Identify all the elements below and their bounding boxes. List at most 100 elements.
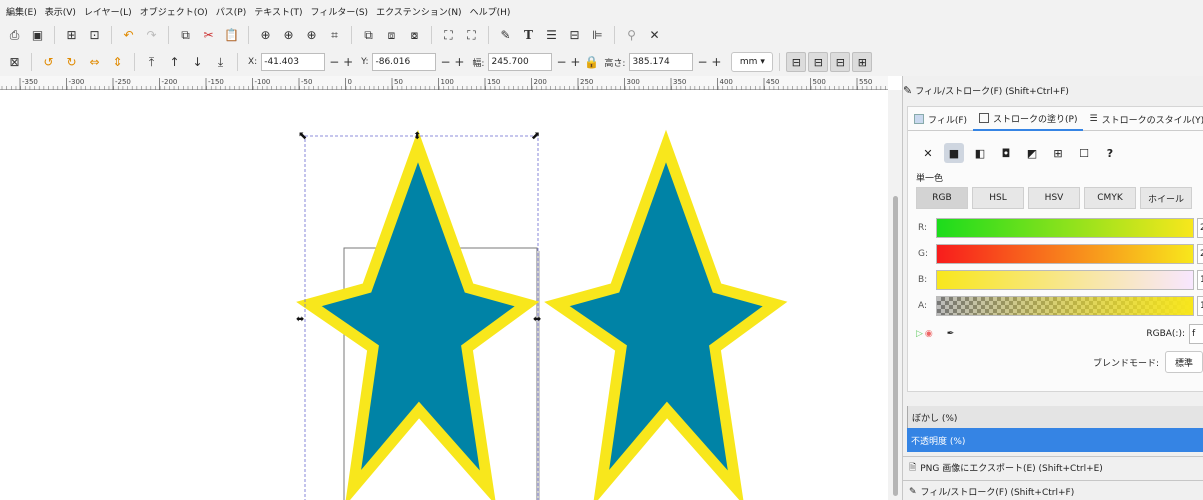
fill-stroke-icon[interactable]: ✎ — [495, 25, 516, 45]
menu-layer[interactable]: レイヤー(L) — [80, 5, 136, 18]
select-all-icon[interactable]: ⊠ — [4, 52, 25, 72]
document-properties-icon[interactable]: ⚲ — [621, 25, 642, 45]
menu-extensions[interactable]: エクステンション(N) — [372, 5, 466, 18]
cut-icon[interactable]: ✂ — [198, 25, 219, 45]
b-slider[interactable] — [936, 270, 1194, 290]
flat-color-icon[interactable]: ■ — [944, 143, 964, 163]
zoom-selection-icon[interactable]: ⊕ — [255, 25, 276, 45]
a-value[interactable]: 1 — [1197, 296, 1203, 316]
paste-icon[interactable]: 📋 — [221, 25, 242, 45]
height-field[interactable] — [629, 53, 694, 71]
fill-stroke-dock-2[interactable]: ✎ フィル/ストローク(F) (Shift+Ctrl+F) — [903, 480, 1203, 500]
xml-editor-icon[interactable]: ⊟ — [564, 25, 585, 45]
a-slider[interactable] — [936, 296, 1194, 316]
blur-row[interactable]: ぼかし (%) — [907, 406, 1203, 428]
tab-stroke-paint-label: ストロークの塗り(P) — [993, 114, 1078, 125]
move-gradients-icon[interactable]: ⊟ — [830, 52, 851, 72]
import-icon[interactable]: ⊞ — [61, 25, 82, 45]
no-paint-icon[interactable]: ✕ — [918, 143, 938, 163]
blend-mode-dropdown[interactable]: 標準 — [1165, 351, 1203, 373]
copy-icon[interactable]: ⧉ — [175, 25, 196, 45]
swatch-icon[interactable]: ☐ — [1074, 143, 1094, 163]
slider-r: R: 2 — [918, 217, 1203, 239]
export-icon[interactable]: ⊡ — [84, 25, 105, 45]
menu-path[interactable]: パス(P) — [212, 5, 250, 18]
g-value[interactable]: 2 — [1197, 244, 1203, 264]
vertical-scrollbar[interactable] — [888, 90, 902, 500]
preferences-icon[interactable]: ✕ — [644, 25, 665, 45]
menu-filters[interactable]: フィルター(S) — [307, 5, 373, 18]
y-field[interactable] — [372, 53, 437, 71]
redo-icon[interactable]: ↷ — [141, 25, 162, 45]
unset-paint-icon[interactable]: ? — [1100, 143, 1120, 163]
save-icon[interactable]: ▣ — [27, 25, 48, 45]
r-value[interactable]: 2 — [1197, 218, 1203, 238]
mode-hsl[interactable]: HSL — [972, 187, 1024, 209]
layers-icon[interactable]: ☰ — [541, 25, 562, 45]
tab-fill[interactable]: フィル(F) — [908, 107, 973, 131]
raise-to-top-icon[interactable]: ⤒ — [141, 52, 162, 72]
radial-gradient-icon[interactable]: ◘ — [996, 143, 1016, 163]
png-export-dock[interactable]: 🗎 PNG 画像にエクスポート(E) (Shift+Ctrl+E) — [903, 456, 1203, 478]
lock-ratio-icon[interactable]: 🔒 — [584, 52, 599, 72]
clone-icon[interactable]: ⧈ — [381, 25, 402, 45]
slider-a: A: 1 — [918, 295, 1203, 317]
linear-gradient-icon[interactable]: ◧ — [970, 143, 990, 163]
zoom-width-icon[interactable]: ⌗ — [324, 25, 345, 45]
lower-icon[interactable]: ↓ — [187, 52, 208, 72]
rotate-ccw-icon[interactable]: ↺ — [38, 52, 59, 72]
flip-vertical-icon[interactable]: ⇕ — [107, 52, 128, 72]
text-font-icon[interactable]: T — [518, 25, 539, 45]
menu-view[interactable]: 表示(V) — [41, 5, 80, 18]
menu-object[interactable]: オブジェクト(O) — [136, 5, 212, 18]
tab-stroke-style[interactable]: ☰ ストロークのスタイル(Y) — [1083, 107, 1203, 131]
rotate-cw-icon[interactable]: ↻ — [61, 52, 82, 72]
menu-text[interactable]: テキスト(T) — [250, 5, 306, 18]
undo-icon[interactable]: ↶ — [118, 25, 139, 45]
star-shape[interactable] — [544, 129, 788, 500]
mode-wheel[interactable]: ホイール — [1140, 187, 1192, 209]
ungroup-icon[interactable]: ⛶ — [461, 25, 482, 45]
width-field[interactable] — [488, 53, 553, 71]
lower-to-bottom-icon[interactable]: ⤓ — [210, 52, 231, 72]
print-icon[interactable]: ⎙ — [4, 25, 25, 45]
group-icon[interactable]: ⛶ — [438, 25, 459, 45]
scale-stroke-icon[interactable]: ⊟ — [786, 52, 807, 72]
ruler-label: -50 — [301, 78, 312, 86]
width-stepper[interactable]: − + — [556, 55, 580, 69]
zoom-page-icon[interactable]: ⊕ — [301, 25, 322, 45]
separator — [488, 26, 489, 44]
x-stepper[interactable]: − + — [329, 55, 353, 69]
scale-corners-icon[interactable]: ⊟ — [808, 52, 829, 72]
unlink-clone-icon[interactable]: ⧇ — [404, 25, 425, 45]
opacity-row[interactable]: 不透明度 (%) — [907, 428, 1203, 452]
mode-hsv[interactable]: HSV — [1028, 187, 1080, 209]
mode-cmyk[interactable]: CMYK — [1084, 187, 1136, 209]
align-distribute-icon[interactable]: ⊫ — [587, 25, 608, 45]
x-field[interactable] — [261, 53, 326, 71]
r-slider[interactable] — [936, 218, 1194, 238]
mode-rgb[interactable]: RGB — [916, 187, 968, 209]
rgba-field[interactable]: f — [1189, 324, 1203, 344]
y-stepper[interactable]: − + — [440, 55, 464, 69]
pattern-icon[interactable]: ⊞ — [1048, 143, 1068, 163]
color-picker-icon[interactable]: ✒ — [947, 329, 955, 339]
g-slider[interactable] — [936, 244, 1194, 264]
drawing-canvas[interactable]: ⬉ ⬍ ⬈ ⬌ ⬌ — [0, 90, 888, 500]
b-label: B: — [918, 275, 928, 285]
move-patterns-icon[interactable]: ⊞ — [852, 52, 873, 72]
flip-horizontal-icon[interactable]: ⇔ — [84, 52, 105, 72]
b-value[interactable]: 1 — [1197, 270, 1203, 290]
unit-dropdown[interactable]: mm ▾ — [731, 52, 774, 72]
zoom-drawing-icon[interactable]: ⊕ — [278, 25, 299, 45]
mesh-gradient-icon[interactable]: ◩ — [1022, 143, 1042, 163]
height-stepper[interactable]: − + — [697, 55, 721, 69]
scroll-thumb[interactable] — [893, 196, 898, 496]
menu-edit[interactable]: 編集(E) — [2, 5, 41, 18]
export-icon: 🗎 — [909, 462, 917, 473]
duplicate-icon[interactable]: ⧉ — [358, 25, 379, 45]
handle-top-right-icon: ⬈ — [531, 129, 540, 142]
menu-help[interactable]: ヘルプ(H) — [466, 5, 515, 18]
raise-icon[interactable]: ↑ — [164, 52, 185, 72]
tab-stroke-paint[interactable]: ストロークの塗り(P) — [973, 107, 1084, 131]
